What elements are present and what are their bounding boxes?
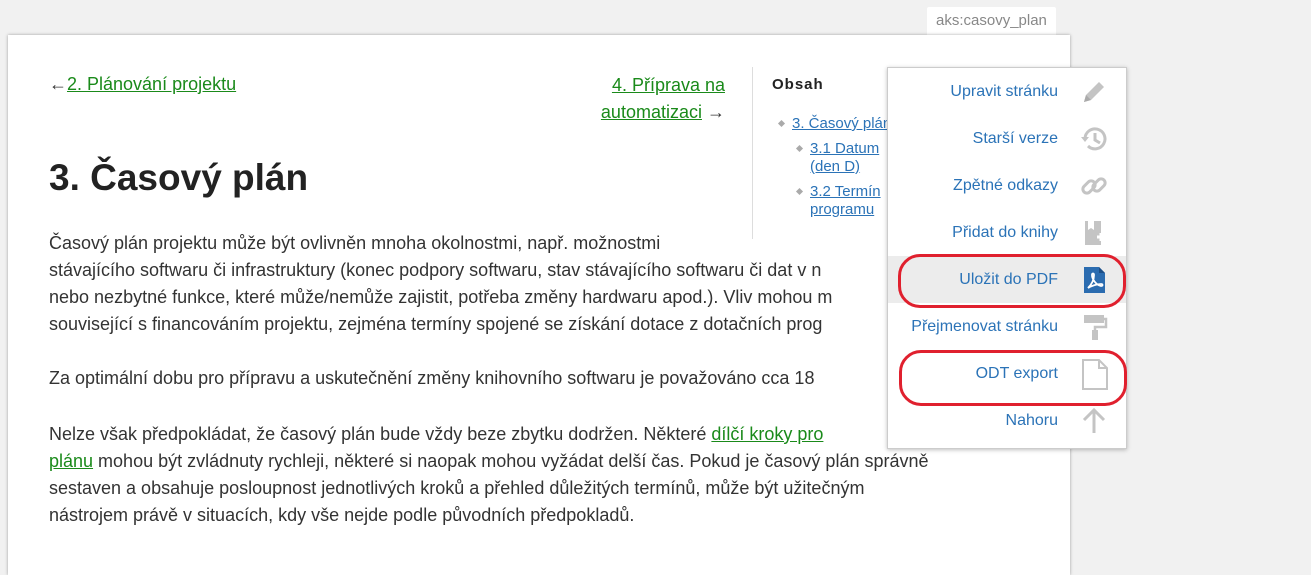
text-line: stávajícího softwaru či infrastruktury (… [49, 260, 822, 280]
toc-title: Obsah [772, 76, 824, 93]
toc-link-line: 3.1 Datum [810, 140, 880, 157]
menu-item-label: Zpětné odkazy [953, 177, 1058, 194]
menu-item-label: Přejmenovat stránku [911, 318, 1058, 335]
arrow-up-icon [1082, 407, 1106, 433]
page-title: 3. Časový plán [49, 157, 309, 198]
toc-link-casovy-plan[interactable]: 3. Časový plán [792, 115, 891, 132]
link-part: dílčí kroky pro [711, 424, 824, 444]
link-icon [1081, 177, 1107, 195]
toc-link-line: 3.2 Termín [810, 183, 881, 200]
toc-link-line: (den D) [810, 158, 861, 175]
menu-item-odt-export[interactable]: ODT export [888, 350, 1126, 397]
paint-roller-icon [1084, 315, 1108, 340]
toc-link-datum[interactable]: 3.1 Datum (den D) [810, 140, 879, 175]
menu-item-label: Upravit stránku [950, 83, 1058, 100]
bullet-icon [795, 144, 804, 153]
prev-page-link[interactable]: 2. Plánování projektu [67, 74, 236, 94]
page-tools-menu: Upravit stránku Starší verze Zpětné odka… [887, 67, 1127, 449]
menu-item-revisions[interactable]: Starší verze [888, 115, 1126, 162]
paragraph-1-rest: stávajícího softwaru či infrastruktury (… [49, 257, 832, 338]
next-link-line1: 4. Příprava na [611, 75, 725, 95]
menu-item-save-pdf[interactable]: Uložit do PDF [888, 256, 1126, 303]
toc-item: 3. Časový plán [777, 115, 891, 133]
toc-item: 3.1 Datum (den D) [795, 140, 879, 176]
toc-link-termin[interactable]: 3.2 Termín programu [810, 183, 881, 218]
history-icon [1081, 127, 1107, 151]
text-line: nebo nezbytné funkce, které může/nemůže … [49, 287, 833, 307]
page-id-tab: aks:casovy_plan [927, 7, 1056, 35]
paragraph-1-line-1: Časový plán projektu může být ovlivněn m… [49, 233, 661, 253]
bullet-icon [795, 187, 804, 196]
document-icon [1082, 359, 1108, 390]
pdf-icon [1084, 267, 1105, 293]
menu-item-label: Nahoru [1005, 412, 1058, 429]
right-arrow-icon: → [707, 102, 725, 122]
text-line: nástrojem právě v situacích, kdy vše nej… [49, 505, 635, 525]
text-line: související s financováním projektu, zej… [49, 314, 823, 334]
text-segment: Nelze však předpokládat, že časový plán … [49, 424, 712, 444]
menu-item-label: Přidat do knihy [952, 224, 1058, 241]
menu-item-edit[interactable]: Upravit stránku [888, 68, 1126, 115]
paragraph-2: Za optimální dobu pro přípravu a uskuteč… [49, 368, 815, 388]
text-segment: mohou být zvládnuty rychleji, některé si… [93, 451, 929, 471]
book-add-icon [1085, 221, 1105, 245]
toc-item: 3.2 Termín programu [795, 183, 881, 219]
menu-item-rename[interactable]: Přejmenovat stránku [888, 303, 1126, 350]
menu-item-add-to-book[interactable]: Přidat do knihy [888, 209, 1126, 256]
prev-page-nav: ←2. Plánování projektu [49, 72, 236, 96]
bullet-icon [777, 119, 786, 128]
text-line: sestaven a obsahuje posloupnost jednotli… [49, 478, 865, 498]
menu-item-backlinks[interactable]: Zpětné odkazy [888, 162, 1126, 209]
toc-link-line: programu [810, 201, 875, 218]
menu-item-to-top[interactable]: Nahoru [888, 397, 1126, 444]
next-page-nav: 4. Příprava na automatizaci → [525, 72, 725, 126]
left-arrow-icon: ← [49, 74, 67, 94]
link-part: plánu [49, 451, 94, 471]
menu-item-label: Starší verze [972, 130, 1058, 147]
menu-item-label: Uložit do PDF [959, 271, 1058, 288]
next-link-line2: automatizaci [600, 102, 702, 122]
menu-item-label: ODT export [975, 365, 1058, 382]
pencil-icon [1084, 82, 1104, 102]
